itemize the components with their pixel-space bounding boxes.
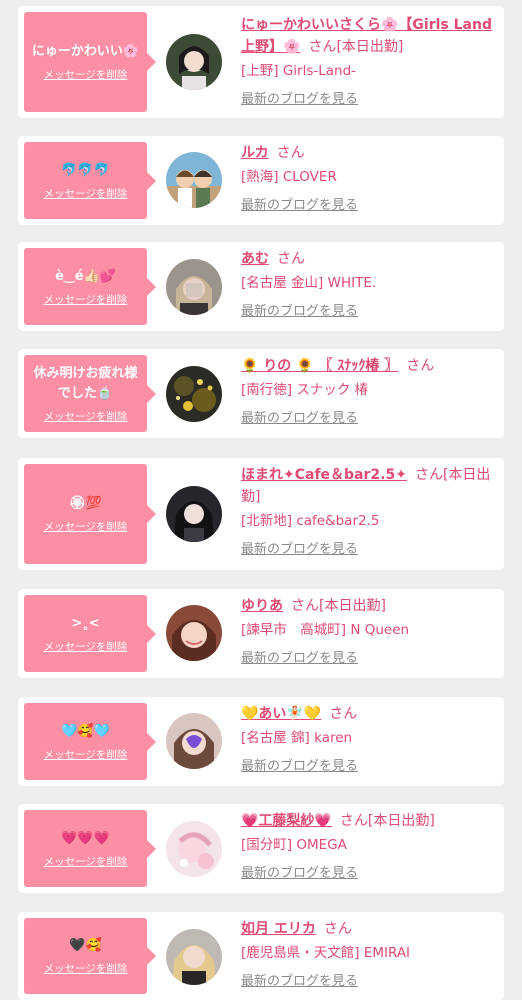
san-label: さん (277, 251, 305, 267)
latest-blog-link[interactable]: 最新のブログを見る (241, 407, 358, 426)
avatar[interactable] (166, 486, 222, 542)
delete-message-link[interactable]: メッセージを削除 (44, 409, 128, 424)
message-card: 🐬🐬🐬 メッセージを削除 ルカ さん [熱海] CLOVER 最新のブログを見る (18, 136, 504, 225)
san-label: さん (308, 39, 337, 55)
delete-message-link[interactable]: メッセージを削除 (44, 747, 128, 762)
girl-info: ほまれ✦Cafe＆bar2.5✦ さん[本日出勤] [北新地] cafe&bar2… (241, 464, 499, 557)
delete-message-link[interactable]: メッセージを削除 (44, 961, 128, 976)
status-text: [本日出勤] (336, 39, 404, 55)
message-bubble: >˳< メッセージを削除 (24, 595, 156, 672)
girl-name-link[interactable]: ゆりあ (241, 598, 283, 614)
girl-name-link[interactable]: ルカ (241, 145, 269, 161)
girl-info: あむ さん [名古屋 金山] WHITE. 最新のブログを見る (241, 248, 499, 319)
message-card: にゅーかわいい🌸 メッセージを削除 にゅーかわいいさくら🌸【Girls Land… (18, 6, 504, 118)
delete-message-link[interactable]: メッセージを削除 (44, 519, 128, 534)
message-text: 🖤🥰 (69, 938, 102, 953)
latest-blog-link[interactable]: 最新のブログを見る (241, 755, 358, 774)
girl-info: にゅーかわいいさくら🌸【Girls Land 上野】🌸 さん[本日出勤] [上野]… (241, 14, 499, 107)
message-bubble: 休み明けお疲れ様でした🍵 メッセージを削除 (24, 355, 156, 432)
message-bubble: 💗💗💗 メッセージを削除 (24, 810, 156, 887)
avatar[interactable] (166, 34, 222, 90)
delete-message-link[interactable]: メッセージを削除 (44, 639, 128, 654)
message-bubble: 🏵💯 メッセージを削除 (24, 464, 156, 564)
girl-name-link[interactable]: 如月 エリカ (241, 921, 316, 937)
girl-info: 💗工藤梨紗💗 さん[本日出勤] [国分町] OMEGA 最新のブログを見る (241, 810, 499, 881)
latest-blog-link[interactable]: 最新のブログを見る (241, 862, 358, 881)
message-card: 休み明けお疲れ様でした🍵 メッセージを削除 🌻 りの 🌻 〖 ｽﾅｯｸ椿 〗さん… (18, 349, 504, 438)
message-text: >˳< (71, 615, 100, 631)
message-bubble: 🩵🥰🩵 メッセージを削除 (24, 703, 156, 780)
message-text: 💗💗💗 (61, 830, 110, 846)
delete-message-link[interactable]: メッセージを削除 (44, 186, 128, 201)
delete-message-link[interactable]: メッセージを削除 (44, 67, 128, 82)
girl-name-link[interactable]: ほまれ✦Cafe＆bar2.5✦ (241, 467, 407, 483)
message-card: 💗💗💗 メッセージを削除 💗工藤梨紗💗 さん[本日出勤] [国分町] OMEGA … (18, 804, 504, 893)
shop-text: [北新地] cafe&bar2.5 (241, 513, 380, 529)
message-bubble: 🖤🥰 メッセージを削除 (24, 918, 156, 994)
girl-name-link[interactable]: 💗工藤梨紗💗 (241, 813, 332, 829)
shop-text: [熱海] CLOVER (241, 169, 337, 185)
san-label: さん (329, 706, 358, 722)
shop-text: [名古屋 金山] WHITE. (241, 275, 377, 291)
message-text: 🩵🥰🩵 (61, 723, 110, 739)
status-text: [本日出勤] (367, 813, 435, 829)
avatar[interactable] (166, 366, 222, 422)
message-card: 🖤🥰 メッセージを削除 如月 エリカ さん [鹿児島県・天文館] EMIRAI 最… (18, 912, 504, 1000)
latest-blog-link[interactable]: 最新のブログを見る (241, 647, 358, 666)
girl-name-link[interactable]: 💛あい🧚🏻💛 (241, 706, 321, 722)
girl-name-link[interactable]: あむ (241, 251, 269, 267)
latest-blog-link[interactable]: 最新のブログを見る (241, 88, 358, 107)
message-card: 🏵💯 メッセージを削除 ほまれ✦Cafe＆bar2.5✦ さん[本日出勤] [北新… (18, 458, 504, 570)
girl-info: 如月 エリカ さん [鹿児島県・天文館] EMIRAI 最新のブログを見る (241, 918, 499, 989)
message-bubble: è‿é👍🏻💕 メッセージを削除 (24, 248, 156, 325)
avatar[interactable] (166, 713, 222, 769)
avatar[interactable] (166, 605, 222, 661)
girl-info: ルカ さん [熱海] CLOVER 最新のブログを見る (241, 142, 499, 213)
shop-text: [諫早市 高城町] N Queen (241, 622, 410, 638)
san-label: さん (414, 467, 443, 483)
avatar[interactable] (166, 821, 222, 877)
girl-info: 🌻 りの 🌻 〖 ｽﾅｯｸ椿 〗さん [南行徳] スナック 椿 最新のブログを見… (241, 355, 499, 426)
latest-blog-link[interactable]: 最新のブログを見る (241, 300, 358, 319)
shop-text: [南行徳] スナック 椿 (241, 382, 369, 398)
message-text: 🏵💯 (69, 496, 102, 511)
delete-message-link[interactable]: メッセージを削除 (44, 292, 128, 307)
shop-text: [国分町] OMEGA (241, 837, 347, 853)
message-text: 🐬🐬🐬 (61, 162, 110, 178)
message-card: >˳< メッセージを削除 ゆりあ さん[本日出勤] [諫早市 高城町] N Que… (18, 589, 504, 678)
status-text: [本日出勤] (319, 598, 386, 614)
message-text: 休み明けお疲れ様でした🍵 (33, 365, 138, 401)
message-bubble: 🐬🐬🐬 メッセージを削除 (24, 142, 156, 219)
latest-blog-link[interactable]: 最新のブログを見る (241, 538, 358, 557)
message-bubble: にゅーかわいい🌸 メッセージを削除 (24, 12, 156, 112)
san-label: さん (406, 358, 435, 374)
message-card: 🩵🥰🩵 メッセージを削除 💛あい🧚🏻💛 さん [名古屋 錦] karen 最新のブ… (18, 697, 504, 786)
message-text: にゅーかわいい🌸 (31, 44, 140, 59)
delete-message-link[interactable]: メッセージを削除 (44, 854, 128, 869)
message-card: è‿é👍🏻💕 メッセージを削除 あむ さん [名古屋 金山] WHITE. 最新の… (18, 242, 504, 331)
shop-text: [上野] Girls-Land- (241, 63, 357, 79)
latest-blog-link[interactable]: 最新のブログを見る (241, 194, 358, 213)
san-label: さん (276, 145, 305, 161)
avatar[interactable] (166, 152, 222, 208)
san-label: さん (291, 598, 319, 614)
san-label: さん (339, 813, 368, 829)
girl-info: 💛あい🧚🏻💛 さん [名古屋 錦] karen 最新のブログを見る (241, 703, 499, 774)
avatar[interactable] (166, 929, 222, 985)
avatar[interactable] (166, 259, 222, 315)
latest-blog-link[interactable]: 最新のブログを見る (241, 970, 358, 989)
shop-text: [鹿児島県・天文館] EMIRAI (241, 945, 411, 961)
san-label: さん (323, 921, 352, 937)
girl-name-link[interactable]: 🌻 りの 🌻 〖 ｽﾅｯｸ椿 〗 (241, 358, 398, 374)
girl-info: ゆりあ さん[本日出勤] [諫早市 高城町] N Queen 最新のブログを見る (241, 595, 499, 666)
message-text: è‿é👍🏻💕 (55, 268, 116, 284)
shop-text: [名古屋 錦] karen (241, 730, 353, 746)
